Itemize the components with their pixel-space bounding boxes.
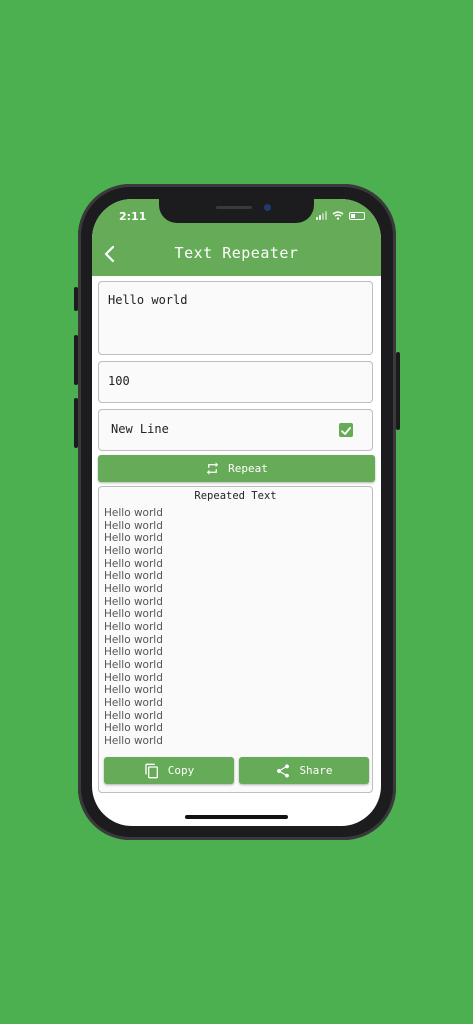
repeat-label: Repeat: [228, 462, 268, 475]
check-icon: [341, 427, 351, 435]
signal-icon: [316, 211, 327, 220]
status-time: 2:11: [119, 210, 147, 223]
share-label: Share: [299, 764, 333, 777]
share-button[interactable]: Share: [239, 757, 369, 784]
share-icon: [277, 763, 290, 778]
repeat-button[interactable]: Repeat: [98, 455, 375, 482]
count-input-value: 100: [108, 374, 130, 388]
copy-label: Copy: [167, 764, 195, 777]
wifi-icon: [332, 211, 344, 220]
app-screen: 2:11 Text Repeater Hello world 100 New L…: [92, 199, 381, 826]
text-input-field[interactable]: Hello world: [98, 281, 373, 355]
power-button: [396, 352, 400, 430]
text-input-value: Hello world: [108, 293, 188, 307]
speaker: [216, 206, 252, 209]
new-line-label: New Line: [111, 422, 169, 436]
app-bar: 2:11 Text Repeater: [92, 199, 381, 276]
repeated-text-output[interactable]: Hello world Hello world Hello world Hell…: [104, 507, 364, 752]
home-indicator: [185, 815, 288, 819]
new-line-checkbox[interactable]: [339, 423, 353, 437]
repeat-icon: [207, 462, 219, 475]
count-input-field[interactable]: 100: [98, 361, 373, 403]
status-icons: [316, 211, 365, 220]
new-line-option[interactable]: New Line: [98, 409, 373, 451]
page-title: Text Repeater: [174, 244, 299, 262]
camera: [264, 204, 271, 211]
notch: [159, 199, 314, 223]
copy-icon: [145, 763, 158, 778]
battery-icon: [349, 212, 365, 220]
repeated-text-title: Repeated Text: [194, 490, 277, 502]
repeated-text-panel: Repeated Text Hello world Hello world He…: [98, 486, 373, 793]
copy-button[interactable]: Copy: [104, 757, 234, 784]
